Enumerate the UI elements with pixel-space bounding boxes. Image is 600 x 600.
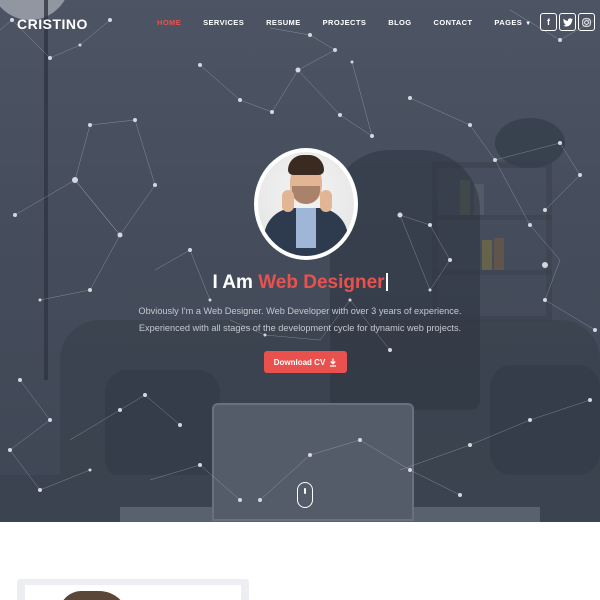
twitter-icon[interactable]: [559, 13, 576, 31]
nav-item-contact[interactable]: CONTACT: [434, 18, 473, 27]
navbar: CRISTINO HOME SERVICES RESUME PROJECTS B…: [0, 0, 600, 46]
instagram-glyph: [582, 17, 591, 27]
particle-network: [0, 9, 597, 502]
chevron-down-icon: ▼: [525, 21, 532, 27]
download-cv-label: Download CV: [273, 357, 326, 367]
instagram-icon[interactable]: [578, 13, 595, 31]
avatar-shirt: [296, 208, 316, 248]
about-photo-subject: [59, 591, 129, 600]
nav-item-home[interactable]: HOME: [157, 18, 181, 27]
download-cv-button[interactable]: Download CV: [264, 351, 347, 373]
avatar-hand-right: [320, 190, 332, 212]
nav-item-blog[interactable]: BLOG: [388, 18, 411, 27]
headline-prefix: I Am: [212, 272, 259, 293]
nav-item-projects[interactable]: PROJECTS: [323, 18, 367, 27]
main-menu: HOME SERVICES RESUME PROJECTS BLOG CONTA…: [157, 18, 553, 27]
profile-avatar: [254, 148, 358, 260]
hero-description-line-2: Experienced with all stages of the devel…: [138, 323, 462, 333]
site-logo[interactable]: CRISTINO: [17, 16, 88, 32]
about-card: [17, 579, 249, 600]
about-photo: [25, 585, 241, 600]
nav-item-pages-label: PAGES: [494, 18, 523, 27]
avatar-hand-left: [282, 190, 294, 212]
hero-section: CRISTINO HOME SERVICES RESUME PROJECTS B…: [0, 0, 600, 522]
nav-item-pages[interactable]: PAGES ▼: [494, 18, 531, 27]
nav-item-resume[interactable]: RESUME: [266, 18, 301, 27]
twitter-bird-glyph: [562, 17, 573, 26]
hero-description-line-1: Obviously I'm a Web Designer. Web Develo…: [138, 306, 462, 316]
facebook-icon[interactable]: f: [540, 13, 557, 31]
download-icon: [330, 358, 337, 367]
scroll-down-mouse-icon[interactable]: [297, 482, 313, 508]
hero-headline: I Am Web Designer: [0, 272, 600, 294]
headline-typed-role: Web Designer: [258, 272, 385, 293]
profile-photo: [258, 152, 354, 256]
avatar-hair: [288, 155, 324, 175]
nav-item-services[interactable]: SERVICES: [203, 18, 244, 27]
typing-cursor: [385, 273, 388, 291]
